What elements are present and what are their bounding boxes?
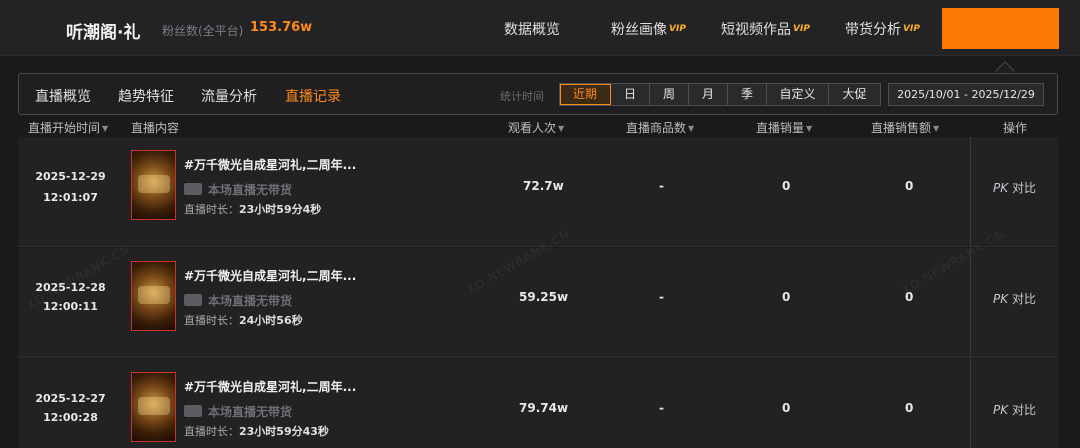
live-title[interactable]: #万千微光自成星河礼,二周年... — [184, 156, 356, 173]
products-value: - — [659, 179, 664, 193]
nav-data-overview[interactable]: 数据概览 — [504, 19, 560, 39]
live-subnav: 直播概览 趋势特征 流量分析 直播记录 统计时间 近期 日 周 月 季 自定义 … — [18, 73, 1058, 115]
viewers-value: 59.25w — [519, 290, 569, 304]
period-custom-button[interactable]: 自定义 — [767, 84, 829, 105]
revenue-value: 0 — [905, 401, 914, 415]
viewers-value: 79.74w — [519, 401, 569, 415]
tab-live-records[interactable]: 直播记录 — [285, 86, 341, 106]
period-promo-button[interactable]: 大促 — [829, 84, 880, 105]
live-title[interactable]: #万千微光自成星河礼,二周年... — [184, 378, 356, 395]
col-revenue[interactable]: 直播销售额 ▼ — [871, 119, 939, 136]
pk-compare-button[interactable]: PK 对比 — [993, 290, 1036, 307]
pk-compare-button[interactable]: PK 对比 — [993, 179, 1036, 196]
pk-compare-button[interactable]: PK 对比 — [993, 401, 1036, 418]
viewers-value: 72.7w — [523, 179, 564, 193]
start-date: 2025-12-29 — [35, 170, 106, 183]
period-day-button[interactable]: 日 — [611, 84, 650, 105]
sort-caret-icon: ▼ — [558, 124, 565, 133]
sort-caret-icon: ▼ — [102, 124, 109, 133]
col-actions: 操作 — [1003, 121, 1028, 135]
live-cover-thumbnail[interactable] — [131, 372, 176, 442]
sort-caret-icon: ▼ — [806, 124, 813, 133]
vip-badge: VIP — [903, 24, 920, 34]
box-icon — [184, 183, 202, 195]
col-start-time[interactable]: 直播开始时间 ▼ — [28, 119, 108, 136]
live-duration: 直播时长：23小时59分4秒 — [184, 203, 322, 216]
fans-count-value: 153.76w — [250, 20, 313, 35]
vip-badge: VIP — [793, 24, 810, 34]
top-header: 听潮阁·礼 粉丝数(全平台) 153.76w 数据概览 粉丝画像 VIP 短视频作… — [0, 0, 1080, 56]
period-selector: 近期 日 周 月 季 自定义 大促 — [559, 83, 881, 106]
box-icon — [184, 405, 202, 417]
nav-label: 带货分析 — [845, 22, 901, 38]
tab-trend-features[interactable]: 趋势特征 — [118, 86, 174, 106]
revenue-value: 0 — [905, 179, 914, 193]
sales-value: 0 — [782, 290, 791, 304]
live-duration: 直播时长：23小时59分43秒 — [184, 425, 329, 438]
stat-time-label: 统计时间 — [500, 90, 544, 103]
table-row: 2025-12-27 12:00:28 #万千微光自成星河礼,二周年... 本场… — [18, 359, 1058, 448]
nav-sales-analysis[interactable]: 带货分析 VIP — [845, 19, 920, 39]
live-title[interactable]: #万千微光自成星河礼,二周年... — [184, 267, 356, 284]
start-time: 12:00:28 — [43, 411, 98, 424]
table-row: 2025-12-28 12:00:11 #万千微光自成星河礼,二周年... 本场… — [18, 248, 1058, 358]
box-icon — [184, 294, 202, 306]
col-viewers[interactable]: 观看人次 ▼ — [508, 119, 564, 136]
nav-short-videos[interactable]: 短视频作品 VIP — [721, 19, 810, 39]
sales-value: 0 — [782, 401, 791, 415]
tab-live-overview[interactable]: 直播概览 — [35, 86, 91, 106]
sales-value: 0 — [782, 179, 791, 193]
start-time: 12:01:07 — [43, 191, 98, 204]
table-header: 直播开始时间 ▼ 直播内容 观看人次 ▼ 直播商品数 ▼ 直播销量 ▼ 直播销售额 ▼ 操… — [18, 115, 1058, 137]
period-quarter-button[interactable]: 季 — [728, 84, 767, 105]
sort-caret-icon: ▼ — [688, 124, 695, 133]
nav-label: 短视频作品 — [721, 22, 791, 38]
account-name: 听潮阁·礼 — [66, 23, 141, 43]
products-value: - — [659, 401, 664, 415]
column-divider — [970, 248, 971, 358]
no-sales-badge: 本场直播无带货 — [184, 181, 292, 198]
tab-traffic-analysis[interactable]: 流量分析 — [201, 86, 257, 106]
nav-live-active-block[interactable] — [942, 8, 1059, 49]
period-week-button[interactable]: 周 — [650, 84, 689, 105]
date-range-picker[interactable]: 2025/10/01 - 2025/12/29 — [888, 83, 1044, 106]
column-divider — [970, 359, 971, 448]
sort-caret-icon: ▼ — [933, 124, 940, 133]
no-sales-badge: 本场直播无带货 — [184, 403, 292, 420]
nav-fan-profile[interactable]: 粉丝画像 VIP — [611, 19, 686, 39]
no-sales-badge: 本场直播无带货 — [184, 292, 292, 309]
period-month-button[interactable]: 月 — [689, 84, 728, 105]
live-cover-thumbnail[interactable] — [131, 261, 176, 331]
nav-label: 粉丝画像 — [611, 22, 667, 38]
col-live-content: 直播内容 — [131, 121, 180, 135]
start-date: 2025-12-27 — [35, 392, 106, 405]
col-sales[interactable]: 直播销量 ▼ — [756, 119, 812, 136]
live-cover-thumbnail[interactable] — [131, 150, 176, 220]
col-products[interactable]: 直播商品数 ▼ — [626, 119, 694, 136]
period-recent-button[interactable]: 近期 — [560, 84, 611, 105]
table-row: 2025-12-29 12:01:07 #万千微光自成星河礼,二周年... 本场… — [18, 137, 1058, 247]
column-divider — [970, 137, 971, 247]
fans-count-label: 粉丝数(全平台) — [162, 24, 244, 38]
live-duration: 直播时长：24小时56秒 — [184, 314, 303, 327]
nav-label: 数据概览 — [504, 22, 560, 38]
products-value: - — [659, 290, 664, 304]
vip-badge: VIP — [669, 24, 686, 34]
